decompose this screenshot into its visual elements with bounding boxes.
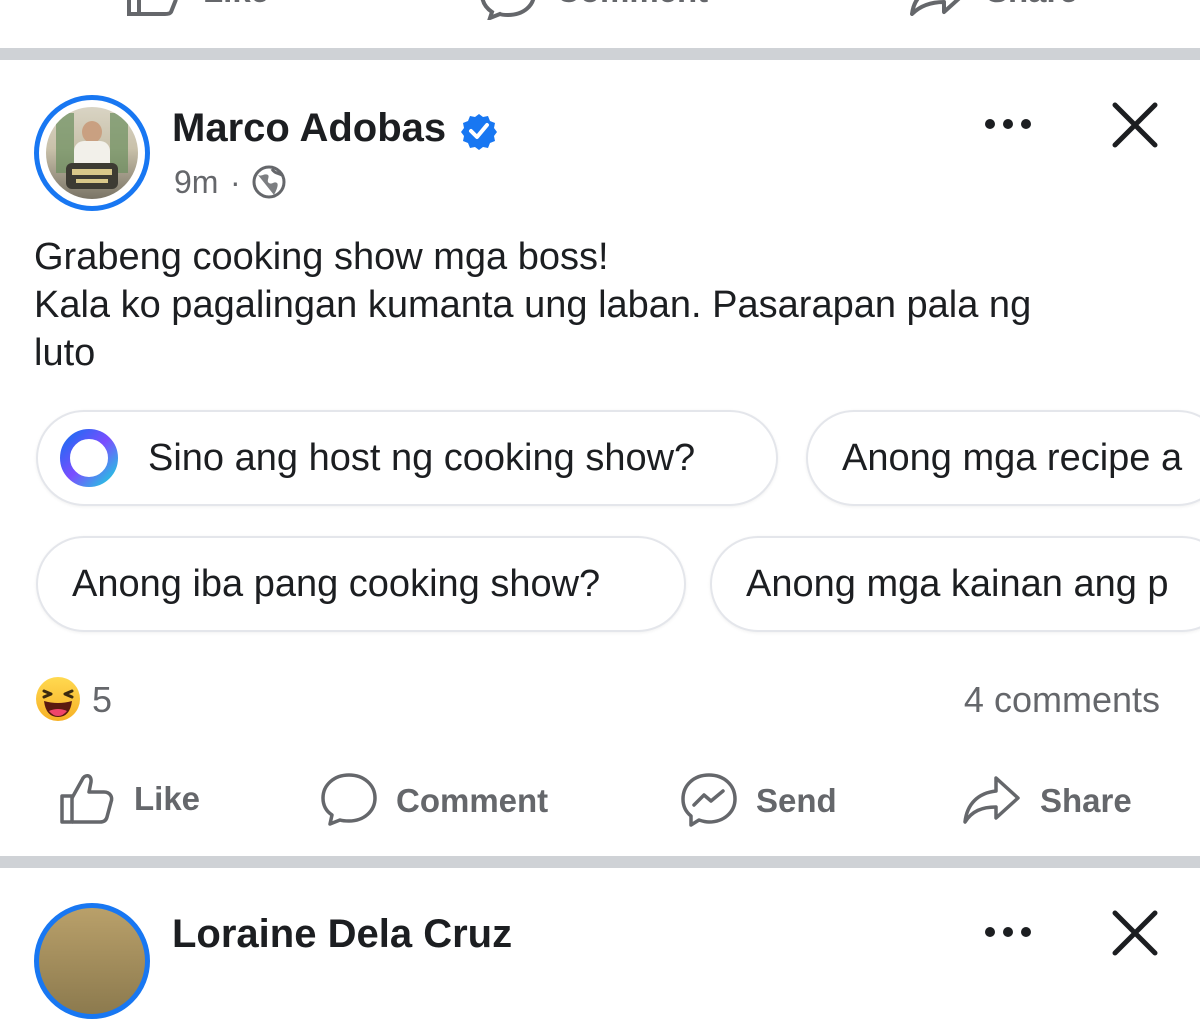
suggestion-chip-other-shows[interactable]: Anong iba pang cooking show? — [36, 536, 686, 632]
suggestion-label: Anong mga kainan ang p — [746, 562, 1169, 605]
share-button[interactable]: Share — [962, 772, 1152, 830]
messenger-icon — [681, 773, 737, 827]
prev-comment-label: Comment — [556, 0, 708, 10]
suggestion-label: Anong mga recipe a — [842, 436, 1183, 479]
prev-like-button[interactable]: Like — [125, 0, 269, 21]
comment-icon — [321, 773, 377, 826]
feed-divider-bottom — [0, 856, 1200, 868]
suggestion-chip-recipe[interactable]: Anong mga recipe a — [806, 410, 1200, 506]
reaction-count[interactable]: 5 — [92, 679, 112, 721]
suggestion-label: Anong iba pang cooking show? — [72, 562, 601, 605]
next-close-icon[interactable] — [1110, 908, 1160, 958]
prev-comment-button[interactable]: Comment — [478, 0, 708, 25]
thumbs-up-icon — [127, 0, 178, 16]
haha-emoji-icon[interactable] — [34, 675, 82, 723]
close-icon[interactable] — [1110, 100, 1160, 150]
send-button[interactable]: Send — [680, 772, 860, 830]
comment-button[interactable]: Comment — [320, 772, 570, 830]
avatar-image — [46, 107, 138, 199]
feed-divider-top — [0, 48, 1200, 60]
share-label: Share — [1040, 782, 1132, 819]
next-more-options-icon[interactable] — [982, 924, 1034, 940]
comment-label: Comment — [396, 782, 549, 819]
prev-post-action-bar: Like Comment Share — [0, 0, 1200, 48]
next-post-author[interactable]: Loraine Dela Cruz — [172, 912, 512, 957]
author-name[interactable]: Marco Adobas — [172, 106, 446, 151]
prev-share-label: Share — [986, 0, 1078, 10]
comments-count[interactable]: 4 comments — [964, 679, 1160, 721]
time-separator: · — [230, 164, 241, 200]
post-time[interactable]: 9m — [174, 164, 218, 201]
verified-badge-icon — [461, 114, 497, 150]
suggestion-label: Sino ang host ng cooking show? — [148, 436, 696, 479]
prev-like-label: Like — [203, 0, 269, 10]
next-post-avatar[interactable] — [34, 903, 150, 1019]
suggestion-chip-restaurants[interactable]: Anong mga kainan ang p — [710, 536, 1200, 632]
more-options-icon[interactable] — [982, 116, 1034, 132]
author-avatar[interactable] — [34, 95, 150, 211]
share-icon — [963, 776, 1020, 824]
comment-icon — [480, 0, 535, 22]
post-text-line: Grabeng cooking show mga boss! — [34, 236, 609, 278]
share-icon — [910, 0, 961, 16]
prev-share-button[interactable]: Share — [908, 0, 1078, 21]
thumbs-up-icon — [60, 774, 114, 824]
meta-ai-ring-icon — [60, 429, 118, 487]
send-label: Send — [756, 782, 837, 819]
like-button[interactable]: Like — [58, 770, 218, 828]
post-text-line: luto — [34, 332, 96, 374]
post-text: Grabeng cooking show mga boss! Kala ko p… — [34, 233, 1174, 377]
like-label: Like — [134, 780, 201, 817]
suggestion-chip-host[interactable]: Sino ang host ng cooking show? — [36, 410, 778, 506]
globe-icon — [252, 165, 286, 199]
post-text-line: Kala ko pagalingan kumanta ung laban. Pa… — [34, 284, 1032, 326]
